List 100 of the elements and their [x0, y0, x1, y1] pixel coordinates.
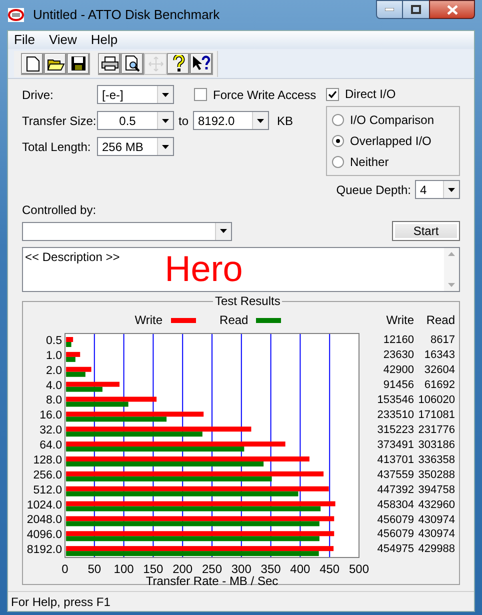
- table-cell-text: 32604: [423, 363, 455, 378]
- category-label: 2.0: [46, 364, 62, 377]
- maximize-button[interactable]: [403, 0, 429, 19]
- table-cell-text: 16343: [423, 348, 455, 362]
- unit-label: KB: [277, 112, 294, 130]
- printer-icon: [100, 56, 118, 71]
- toolbar-button[interactable]: [44, 52, 67, 74]
- table-cell-text: 303186: [417, 438, 455, 452]
- scroll-up-icon: [448, 252, 455, 256]
- table-cell-text: 315223: [376, 422, 414, 437]
- tick-label: 200: [172, 562, 193, 576]
- table-cell-text: 458304: [376, 498, 414, 512]
- radio-button[interactable]: [332, 135, 344, 147]
- radio-button[interactable]: [332, 114, 344, 126]
- group-title: Test Results: [213, 294, 282, 308]
- overlay-label: Hero: [164, 248, 243, 290]
- dropdown[interactable]: 0.5: [97, 111, 174, 130]
- category-label: 4.0: [46, 380, 62, 392]
- description-field[interactable]: << Description >> Hero: [22, 247, 460, 292]
- dropdown[interactable]: 8192.0: [193, 111, 269, 130]
- checkbox[interactable]: [194, 88, 207, 101]
- tick-label: 250: [202, 562, 222, 576]
- tick-label: 500: [348, 562, 370, 576]
- radio-label: I/O Comparison: [350, 112, 434, 129]
- table-cell-text: 456079: [376, 512, 414, 527]
- maximize-icon: [411, 5, 421, 14]
- start-button[interactable]: Start: [392, 221, 460, 241]
- table-cell-text: 42900: [382, 363, 414, 378]
- legend-label: Read: [220, 312, 248, 329]
- field-label: to: [177, 112, 190, 130]
- tick-label: 400: [290, 562, 310, 576]
- table-cell-text: 430974: [417, 527, 455, 542]
- toolbar-button[interactable]: [98, 52, 121, 74]
- table-cell-text: 413701: [376, 452, 414, 467]
- toolbar-button[interactable]: [190, 52, 213, 74]
- scrollbar[interactable]: [444, 248, 459, 291]
- table-cell-text: 23630: [382, 348, 414, 362]
- tick-label: 100: [114, 562, 134, 576]
- table-cell-text: 454975: [376, 542, 414, 556]
- window-title: Untitled - ATTO Disk Benchmark: [33, 6, 220, 24]
- dropdown[interactable]: [-e-]: [97, 85, 174, 104]
- table-cell-text: 8617: [430, 333, 455, 348]
- pointer-question-icon: [192, 55, 212, 72]
- close-icon: [446, 4, 458, 14]
- category-label: 512.0: [33, 484, 62, 496]
- table-cell-text: 153546: [376, 393, 414, 408]
- field-label: Transfer Size:: [22, 112, 97, 130]
- menu-item[interactable]: File: [14, 30, 35, 50]
- category-label: 256.0: [33, 469, 62, 482]
- category-label: 8192.0: [26, 544, 62, 556]
- app-logo-icon: [7, 7, 25, 23]
- radio-label: Overlapped I/O: [350, 133, 432, 150]
- table-cell-text: 437559: [376, 468, 414, 482]
- new-document-icon: [26, 56, 40, 72]
- toolbar-button[interactable]: [21, 52, 44, 74]
- toolbar-button[interactable]: [67, 52, 90, 74]
- menu-item[interactable]: Help: [90, 30, 118, 50]
- table-cell-text: 61692: [423, 378, 455, 392]
- minimize-button[interactable]: [376, 0, 403, 19]
- move-arrows-icon: [148, 56, 164, 72]
- category-label: 1.0: [46, 350, 62, 362]
- tick-label: 50: [88, 562, 102, 576]
- field-label: Drive:: [22, 86, 54, 104]
- category-label: 64.0: [40, 440, 62, 452]
- question-mark-icon: [172, 55, 184, 72]
- close-button[interactable]: [429, 0, 475, 19]
- table-cell-text: 91456: [382, 378, 414, 392]
- radio-label: Neither: [350, 154, 389, 171]
- checkbox-label: Direct I/O: [345, 86, 396, 103]
- dropdown[interactable]: 256 MB: [97, 137, 174, 156]
- toolbar-button[interactable]: [167, 52, 190, 74]
- tick-label: 150: [143, 562, 164, 576]
- table-cell-text: 430974: [417, 512, 455, 527]
- table-cell-text: 429988: [417, 542, 455, 556]
- table-cell-text: 106020: [417, 393, 455, 408]
- status-text: For Help, press F1: [11, 594, 110, 610]
- dropdown[interactable]: 4: [415, 180, 460, 199]
- column-header: Read: [425, 312, 455, 329]
- table-cell-text: 171081: [417, 408, 455, 422]
- open-folder-icon: [46, 56, 64, 70]
- field-label: Total Length:: [22, 138, 92, 156]
- tick-label: 450: [320, 562, 340, 576]
- field-label: Queue Depth:: [336, 182, 411, 198]
- category-label: 32.0: [40, 424, 62, 437]
- table-cell-text: 432960: [417, 498, 455, 512]
- checkbox-label: Force Write Access: [213, 86, 316, 104]
- checkbox[interactable]: [326, 88, 339, 100]
- category-label: 1024.0: [26, 499, 62, 512]
- category-label: 4096.0: [26, 529, 62, 542]
- field-label: Controlled by:: [22, 202, 98, 219]
- category-label: 8.0: [46, 394, 62, 407]
- category-label: 0.5: [46, 335, 62, 347]
- menu-item[interactable]: View: [48, 30, 77, 50]
- radio-button[interactable]: [332, 156, 344, 168]
- controlled-by-dropdown[interactable]: [22, 222, 232, 240]
- toolbar-button[interactable]: [121, 52, 144, 74]
- category-label: 128.0: [33, 454, 62, 466]
- legend-swatch: [170, 318, 196, 322]
- table-cell-text: 456079: [376, 527, 414, 542]
- table-cell-text: 394758: [417, 482, 455, 497]
